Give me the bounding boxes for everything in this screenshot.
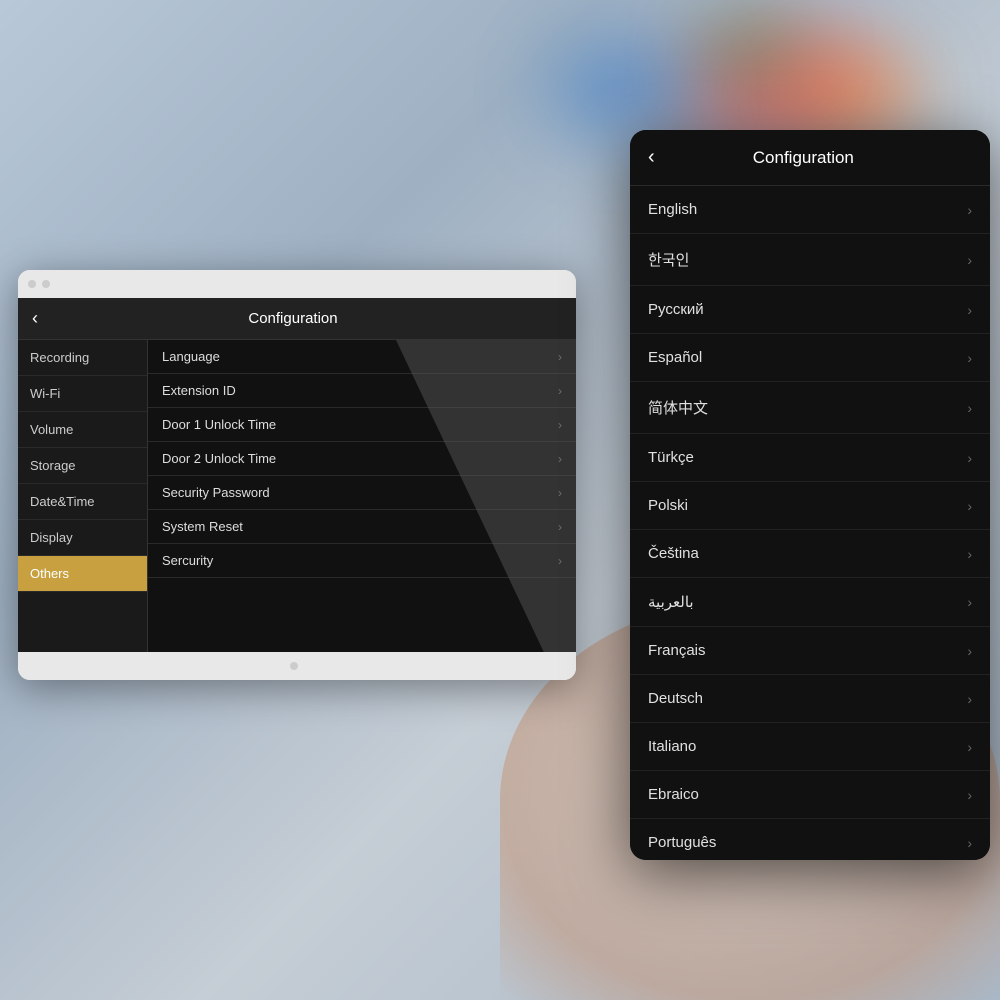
menu-chevron-icon: ›	[558, 418, 562, 432]
phone-header: ‹ Configuration	[630, 130, 990, 186]
device-panel: ‹ Configuration RecordingWi-FiVolumeStor…	[18, 270, 576, 680]
language-chevron-icon: ›	[967, 691, 972, 707]
device-dot	[28, 280, 36, 288]
phone-config-title: Configuration	[665, 148, 942, 168]
language-chevron-icon: ›	[967, 498, 972, 514]
menu-item-label: Security Password	[162, 485, 270, 500]
bg-blob-green	[700, 20, 800, 80]
sidebar-item-date-time[interactable]: Date&Time	[18, 484, 147, 520]
sidebar-item-volume[interactable]: Volume	[18, 412, 147, 448]
language-label: Ebraico	[648, 786, 699, 803]
language-chevron-icon: ›	[967, 546, 972, 562]
menu-item-extension-id[interactable]: Extension ID ›	[148, 374, 576, 408]
menu-item-language[interactable]: Language ›	[148, 340, 576, 374]
device-bottom-bar	[18, 652, 576, 680]
language-label: Türkçe	[648, 449, 694, 466]
menu-item-label: Door 2 Unlock Time	[162, 451, 276, 466]
device-back-button[interactable]: ‹	[32, 308, 38, 329]
menu-item-door-2-unlock-time[interactable]: Door 2 Unlock Time ›	[148, 442, 576, 476]
language-label: Polski	[648, 497, 688, 514]
language-label: Français	[648, 642, 706, 659]
sidebar-item-wi-fi[interactable]: Wi-Fi	[18, 376, 147, 412]
device-screen: ‹ Configuration RecordingWi-FiVolumeStor…	[18, 298, 576, 652]
phone-language-list: English › 한국인 › Русский › Español › 简体中文…	[630, 186, 990, 860]
sidebar-item-display[interactable]: Display	[18, 520, 147, 556]
language-chevron-icon: ›	[967, 787, 972, 803]
language-item-Italiano[interactable]: Italiano ›	[630, 723, 990, 771]
language-chevron-icon: ›	[967, 202, 972, 218]
language-label: بالعربية	[648, 593, 694, 611]
sidebar-item-others[interactable]: Others	[18, 556, 147, 592]
bg-blob-orange	[800, 60, 920, 130]
language-item-T-rk-e[interactable]: Türkçe ›	[630, 434, 990, 482]
language-chevron-icon: ›	[967, 594, 972, 610]
menu-item-label: Extension ID	[162, 383, 236, 398]
language-item-English[interactable]: English ›	[630, 186, 990, 234]
menu-item-door-1-unlock-time[interactable]: Door 1 Unlock Time ›	[148, 408, 576, 442]
config-header: ‹ Configuration	[18, 298, 576, 340]
language-item-Polski[interactable]: Polski ›	[630, 482, 990, 530]
language-chevron-icon: ›	[967, 302, 972, 318]
device-main-content: Language › Extension ID › Door 1 Unlock …	[148, 340, 576, 652]
device-sidebar: RecordingWi-FiVolumeStorageDate&TimeDisp…	[18, 340, 148, 652]
menu-item-label: Door 1 Unlock Time	[162, 417, 276, 432]
device-dot-2	[42, 280, 50, 288]
language-label: Italiano	[648, 738, 696, 755]
device-top-bar	[18, 270, 576, 298]
menu-chevron-icon: ›	[558, 554, 562, 568]
language-item--------[interactable]: Русский ›	[630, 286, 990, 334]
phone-panel: ‹ Configuration English › 한국인 › Русский …	[630, 130, 990, 860]
sidebar-item-recording[interactable]: Recording	[18, 340, 147, 376]
bg-blob-blue	[550, 50, 700, 130]
language-item--e-tina[interactable]: Čeština ›	[630, 530, 990, 578]
language-label: 简体中文	[648, 397, 708, 418]
phone-back-button[interactable]: ‹	[648, 146, 655, 169]
language-label: Português	[648, 834, 716, 851]
language-chevron-icon: ›	[967, 739, 972, 755]
language-chevron-icon: ›	[967, 350, 972, 366]
language-label: Čeština	[648, 545, 699, 562]
config-body: RecordingWi-FiVolumeStorageDate&TimeDisp…	[18, 340, 576, 652]
language-item-Portugu-s[interactable]: Português ›	[630, 819, 990, 860]
language-chevron-icon: ›	[967, 252, 972, 268]
language-item-Espa-ol[interactable]: Español ›	[630, 334, 990, 382]
menu-item-label: Sercurity	[162, 553, 213, 568]
language-chevron-icon: ›	[967, 400, 972, 416]
menu-chevron-icon: ›	[558, 384, 562, 398]
language-label: English	[648, 201, 697, 218]
language-item-Deutsch[interactable]: Deutsch ›	[630, 675, 990, 723]
menu-item-system-reset[interactable]: System Reset ›	[148, 510, 576, 544]
menu-chevron-icon: ›	[558, 520, 562, 534]
menu-item-sercurity[interactable]: Sercurity ›	[148, 544, 576, 578]
menu-chevron-icon: ›	[558, 486, 562, 500]
sidebar-item-storage[interactable]: Storage	[18, 448, 147, 484]
device-bottom-dot	[290, 662, 298, 670]
language-item---------[interactable]: بالعربية ›	[630, 578, 990, 627]
language-label: 한국인	[648, 249, 689, 270]
language-chevron-icon: ›	[967, 643, 972, 659]
language-item----[interactable]: 한국인 ›	[630, 234, 990, 286]
device-config-title: Configuration	[48, 310, 538, 327]
language-chevron-icon: ›	[967, 835, 972, 851]
menu-item-label: Language	[162, 349, 220, 364]
language-item-----[interactable]: 简体中文 ›	[630, 382, 990, 434]
language-label: Русский	[648, 301, 704, 318]
language-item-Fran-ais[interactable]: Français ›	[630, 627, 990, 675]
menu-chevron-icon: ›	[558, 452, 562, 466]
language-label: Español	[648, 349, 702, 366]
menu-item-security-password[interactable]: Security Password ›	[148, 476, 576, 510]
menu-item-label: System Reset	[162, 519, 243, 534]
language-chevron-icon: ›	[967, 450, 972, 466]
language-item-Ebraico[interactable]: Ebraico ›	[630, 771, 990, 819]
menu-chevron-icon: ›	[558, 350, 562, 364]
language-label: Deutsch	[648, 690, 703, 707]
